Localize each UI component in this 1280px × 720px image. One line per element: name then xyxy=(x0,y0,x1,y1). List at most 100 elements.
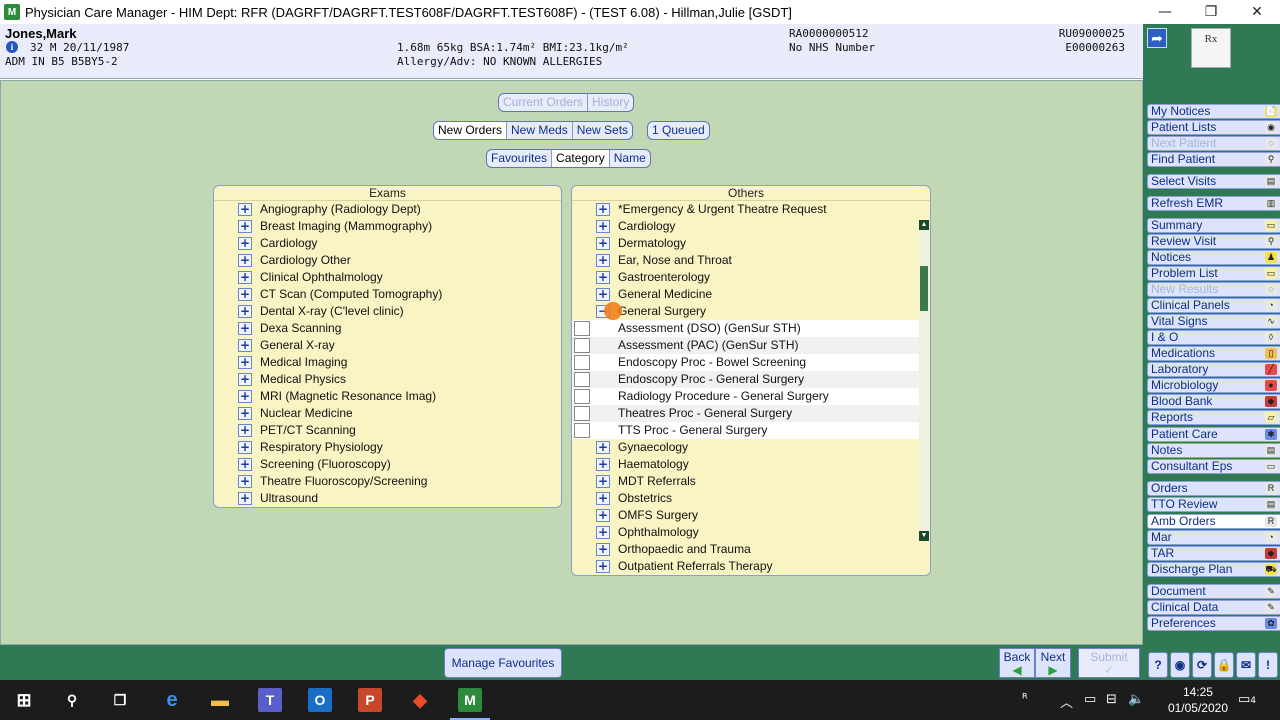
sidebar-item-medications[interactable]: Medications ▯ xyxy=(1147,346,1280,361)
scroll-down-icon[interactable]: ▼ xyxy=(919,531,929,541)
favourites-button[interactable]: Favourites xyxy=(487,150,553,167)
exam-category-row[interactable]: + Cardiology xyxy=(214,235,561,252)
expand-plus-icon[interactable]: + xyxy=(238,475,252,488)
sidebar-item-notes[interactable]: Notes ▤ xyxy=(1147,443,1280,458)
expand-plus-icon[interactable]: + xyxy=(238,237,252,250)
sidebar-item-i-o[interactable]: I & O ◊ xyxy=(1147,330,1280,345)
powerpoint-icon[interactable]: P xyxy=(358,688,382,712)
order-item-row[interactable]: Endoscopy Proc - Bowel Screening xyxy=(572,354,919,371)
sidebar-item-clinical-data[interactable]: Clinical Data ✎ xyxy=(1147,600,1280,615)
sidebar-item-preferences[interactable]: Preferences ✿ xyxy=(1147,616,1280,631)
prescription-icon[interactable]: Rx xyxy=(1191,28,1231,68)
sidebar-item-select-visits[interactable]: Select Visits ▤ xyxy=(1147,174,1280,189)
others-scrollbar[interactable]: ▲ ▼ xyxy=(919,220,929,541)
tray-expand-icon[interactable]: ︿ xyxy=(1060,692,1073,711)
expand-plus-icon[interactable]: + xyxy=(238,492,252,505)
other-category-row[interactable]: + Outpatient Referrals Therapy xyxy=(572,558,919,575)
new-meds-button[interactable]: New Meds xyxy=(507,122,573,139)
expand-plus-icon[interactable]: + xyxy=(238,407,252,420)
network-icon[interactable]: ⊟ xyxy=(1106,692,1117,707)
sync-icon[interactable]: ⟳ xyxy=(1192,652,1212,678)
order-item-row[interactable]: Radiology Procedure - General Surgery xyxy=(572,388,919,405)
expand-plus-icon[interactable]: + xyxy=(238,373,252,386)
sidebar-item-patient-lists[interactable]: Patient Lists ◉ xyxy=(1147,120,1280,135)
order-item-checkbox[interactable] xyxy=(574,372,590,387)
sidebar-item-amb-orders[interactable]: Amb Orders R xyxy=(1147,514,1280,529)
expand-plus-icon[interactable]: + xyxy=(238,288,252,301)
people-icon[interactable]: ᴿ xyxy=(1022,692,1028,707)
next-button[interactable]: Next ▶ xyxy=(1035,648,1071,678)
sidebar-item-tar[interactable]: TAR ◆ xyxy=(1147,546,1280,561)
sidebar-item-notices[interactable]: Notices ♟ xyxy=(1147,250,1280,265)
expand-plus-icon[interactable]: + xyxy=(238,390,252,403)
expand-plus-icon[interactable]: + xyxy=(238,254,252,267)
outlook-icon[interactable]: O xyxy=(308,688,332,712)
notifications-icon[interactable]: ▭4 xyxy=(1238,692,1256,707)
sidebar-item-tto-review[interactable]: TTO Review ▤ xyxy=(1147,497,1280,512)
sidebar-item-mar[interactable]: Mar ◔ xyxy=(1147,530,1280,545)
forward-arrow-icon[interactable]: ➦ xyxy=(1147,28,1167,48)
app-icon-7[interactable]: ◆ xyxy=(408,688,432,712)
sidebar-item-laboratory[interactable]: Laboratory ╱ xyxy=(1147,362,1280,377)
exam-category-row[interactable]: + Clinical Ophthalmology xyxy=(214,269,561,286)
order-item-checkbox[interactable] xyxy=(574,389,590,404)
info-icon[interactable]: i xyxy=(6,41,18,53)
exam-category-row[interactable]: + CT Scan (Computed Tomography) xyxy=(214,286,561,303)
expand-plus-icon[interactable]: + xyxy=(596,475,610,488)
sidebar-item-summary[interactable]: Summary ▭ xyxy=(1147,218,1280,233)
expand-plus-icon[interactable]: + xyxy=(596,509,610,522)
expand-plus-icon[interactable]: + xyxy=(238,220,252,233)
close-icon[interactable]: ✕ xyxy=(1234,0,1280,24)
battery-icon[interactable]: ▭ xyxy=(1084,692,1096,707)
exam-category-row[interactable]: + MRI (Magnetic Resonance Imag) xyxy=(214,388,561,405)
sidebar-item-my-notices[interactable]: My Notices 📄 xyxy=(1147,104,1280,119)
expand-plus-icon[interactable]: + xyxy=(596,441,610,454)
task-view-icon[interactable]: ❐ xyxy=(108,688,132,712)
order-item-row[interactable]: Endoscopy Proc - General Surgery xyxy=(572,371,919,388)
category-button[interactable]: Category xyxy=(552,150,610,167)
expand-plus-icon[interactable]: + xyxy=(238,441,252,454)
other-category-row[interactable]: + Cardiology xyxy=(572,218,919,235)
sidebar-item-clinical-panels[interactable]: Clinical Panels ◔ xyxy=(1147,298,1280,313)
other-category-row[interactable]: + OMFS Surgery xyxy=(572,507,919,524)
sidebar-item-microbiology[interactable]: Microbiology ● xyxy=(1147,378,1280,393)
taskbar-clock[interactable]: 14:25 01/05/2020 xyxy=(1168,684,1228,716)
name-button[interactable]: Name xyxy=(610,150,650,167)
history-button[interactable]: History xyxy=(588,94,633,111)
sidebar-item-new-results[interactable]: New Results ◌ xyxy=(1147,282,1280,297)
expand-plus-icon[interactable]: + xyxy=(238,339,252,352)
globe-icon[interactable]: ◉ xyxy=(1170,652,1190,678)
other-category-row[interactable]: + MDT Referrals xyxy=(572,473,919,490)
expand-plus-icon[interactable]: + xyxy=(596,560,610,573)
order-item-checkbox[interactable] xyxy=(574,423,590,438)
current-orders-button[interactable]: Current Orders xyxy=(499,94,589,111)
exam-category-row[interactable]: + PET/CT Scanning xyxy=(214,422,561,439)
sidebar-item-consultant-eps[interactable]: Consultant Eps ▭ xyxy=(1147,459,1280,474)
order-item-row[interactable]: Assessment (PAC) (GenSur STH) xyxy=(572,337,919,354)
teams-icon[interactable]: T xyxy=(258,688,282,712)
other-category-row[interactable]: + Gastroenterology xyxy=(572,269,919,286)
other-category-row[interactable]: + Dermatology xyxy=(572,235,919,252)
order-item-checkbox[interactable] xyxy=(574,406,590,421)
pcm-taskbar-icon[interactable]: M xyxy=(458,688,482,712)
other-category-row[interactable]: + Orthopaedic and Trauma xyxy=(572,541,919,558)
other-category-row[interactable]: + Ophthalmology xyxy=(572,524,919,541)
exam-category-row[interactable]: + Dental X-ray (C'level clinic) xyxy=(214,303,561,320)
other-category-row[interactable]: + Ear, Nose and Throat xyxy=(572,252,919,269)
expand-plus-icon[interactable]: + xyxy=(238,458,252,471)
minimize-icon[interactable]: — xyxy=(1142,0,1188,24)
other-category-row[interactable]: + Haematology xyxy=(572,456,919,473)
expand-plus-icon[interactable]: + xyxy=(238,305,252,318)
expand-plus-icon[interactable]: + xyxy=(596,543,610,556)
scroll-thumb[interactable] xyxy=(920,265,928,311)
new-orders-button[interactable]: New Orders xyxy=(434,122,508,139)
order-item-checkbox[interactable] xyxy=(574,338,590,353)
exam-category-row[interactable]: + Medical Physics xyxy=(214,371,561,388)
other-category-row[interactable]: + *Emergency & Urgent Theatre Request xyxy=(572,201,919,218)
file-explorer-icon[interactable]: ▬ xyxy=(208,688,232,712)
sidebar-item-refresh-emr[interactable]: Refresh EMR ▥ xyxy=(1147,196,1280,211)
exam-category-row[interactable]: + Breast Imaging (Mammography) xyxy=(214,218,561,235)
lock-icon[interactable]: 🔒 xyxy=(1214,652,1234,678)
submit-button[interactable]: Submit ✓ xyxy=(1078,648,1140,678)
order-item-checkbox[interactable] xyxy=(574,355,590,370)
